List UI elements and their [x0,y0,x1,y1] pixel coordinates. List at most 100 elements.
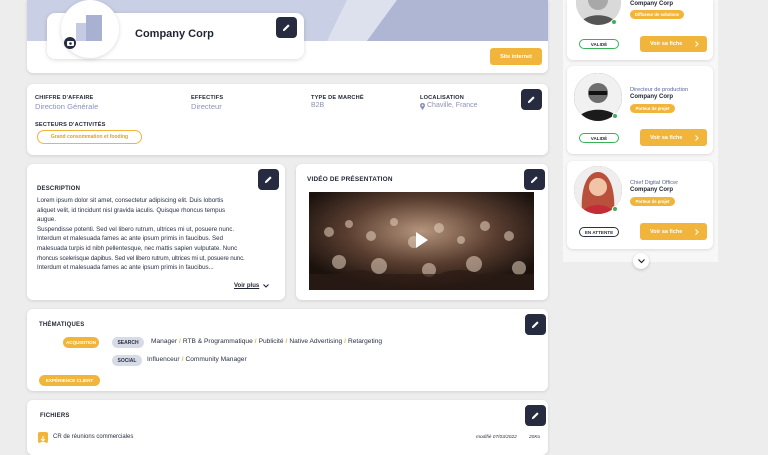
search-tag: SEARCH [112,337,144,348]
company-header-card: Company Corp Site internet [27,0,548,73]
location-label: LOCALISATION [420,95,464,101]
revenue-value: Direction Générale [35,102,99,111]
logo-placeholder-icon [76,15,102,41]
company-info-card: CHIFFRE D'AFFAIRE Direction Générale EFF… [27,84,548,155]
video-title: VIDÉO DE PRÉSENTATION [307,176,393,183]
chevron-right-icon [695,228,699,235]
view-profile-button[interactable]: Voir sa fiche [640,223,707,240]
video-player[interactable] [309,192,534,290]
contact-card: Directeur de production Company Corp Por… [567,66,713,154]
banner-decoration [327,0,548,41]
download-icon [40,436,46,443]
pencil-icon [527,96,535,104]
description-line: Interdum et malesuada fames ac ante ipsu… [37,264,214,272]
contact-role: Directeur de production [630,87,689,93]
camera-icon [66,41,74,46]
view-profile-label: Voir sa fiche [650,41,683,47]
themes-title: THÉMATIQUES [39,322,85,328]
search-item: Manager [151,338,178,345]
contact-role: Chief Digital Officer [630,180,679,186]
pencil-icon [264,176,272,184]
sectors-label: SECTEURS D'ACTIVITÉS [35,122,106,128]
company-logo [61,0,119,58]
search-items: Manager / RTB & Programmatique / Publicité / N… [151,338,383,345]
contact-status: VALIDÉ [579,39,619,49]
sector-tag: Grand consommation et fooding [37,130,142,144]
edit-info-button[interactable] [521,89,542,110]
online-status-dot [611,19,617,25]
social-item: Influenceur [147,356,180,363]
chevron-down-icon [263,284,270,288]
market-type-value: B2B [311,102,325,109]
contact-status: EN ATTENTE [579,227,619,237]
contact-company: Company Corp [630,1,674,7]
edit-video-button[interactable] [524,169,545,190]
staff-label: EFFECTIFS [191,95,224,101]
logo-camera-button[interactable] [64,37,76,49]
pencil-icon [282,24,290,32]
files-title: FICHIERS [40,413,70,419]
location-value: Chaville, France [427,102,478,109]
contact-card: Company Corp Diffuseur de solutions VALI… [567,0,713,60]
company-name: Company Corp [135,28,214,40]
search-item: Native Advertising [289,338,343,345]
contact-badge: Diffuseur de solutions [630,10,684,19]
contact-company: Company Corp [630,94,674,100]
video-card: VIDÉO DE PRÉSENTATION [296,164,548,300]
search-item: Publicité [258,338,284,345]
location-pin-icon [420,103,425,110]
edit-company-button[interactable] [276,17,297,38]
see-more-label: Voir plus [234,283,260,289]
file-name: CR de réunions commerciales [53,434,134,440]
pencil-icon [530,176,538,184]
description-line: Lorem ipsum dolor sit amet, consectetur … [37,197,224,204]
edit-description-button[interactable] [258,169,279,190]
experience-tag: EXPÉRIENCE CLIENT [39,375,100,386]
pencil-icon [531,321,539,329]
load-more-button[interactable] [633,253,649,269]
description-line: augue. [37,216,56,224]
contact-company: Company Corp [630,187,674,193]
revenue-label: CHIFFRE D'AFFAIRE [35,95,94,101]
description-title: DESCRIPTION [37,186,81,192]
description-card: DESCRIPTION Lorem ipsum dolor sit amet, … [27,164,285,300]
website-button[interactable]: Site internet [490,48,542,65]
file-size: 20Ko [529,435,541,440]
market-type-label: TYPE DE MARCHÉ [311,95,364,101]
contact-card: Chief Digital Officer Company Corp Porte… [567,161,713,249]
view-profile-button[interactable]: Voir sa fiche [640,129,707,146]
search-item: Retargeting [348,338,383,345]
view-profile-label: Voir sa fiche [650,134,683,141]
online-status-dot [612,206,618,212]
file-row[interactable]: CR de réunions commerciales modifié 07/0… [38,432,543,444]
view-profile-button[interactable]: Voir sa fiche [640,36,707,52]
social-items: Influenceur / Community Manager [147,356,247,363]
description-line: Interdum et malesuada fames ac ante ipsu… [37,235,224,243]
chevron-right-icon [695,134,699,141]
themes-card: THÉMATIQUES ACQUISITION SEARCH Manager / R… [27,309,548,391]
description-line: aliquet velit, id tincidunt nisl gravida… [37,206,226,214]
description-line: Suspendisse potenti. Sed vel libero rutr… [37,225,235,233]
description-line: rhoncus scelerisque dapibus. Sed vel lib… [37,254,245,262]
chevron-down-icon [637,258,645,263]
view-profile-label: Voir sa fiche [650,228,683,235]
contact-status: VALIDÉ [579,133,619,143]
contact-badge: Porteur de projet [630,104,675,113]
contact-badge: Porteur de projet [630,197,675,206]
file-icon [38,432,48,443]
staff-value: Directeur [191,102,222,111]
social-item: Community Manager [185,356,247,363]
description-line: malesuada turpis id nibh pellentesque, n… [37,244,238,252]
search-item: RTB & Programmatique [182,338,253,345]
edit-files-button[interactable] [525,405,546,426]
pencil-icon [531,412,539,420]
edit-themes-button[interactable] [525,314,546,335]
online-status-dot [612,113,618,119]
see-more-link[interactable]: Voir plus [234,283,270,289]
chevron-right-icon [695,41,699,47]
social-tag: SOCIAL [112,355,142,366]
file-modified: modifié 07/03/2022 [476,435,517,440]
description-text: Lorem ipsum dolor sit amet, consectetur … [37,196,277,273]
acquisition-tag: ACQUISITION [63,337,99,348]
play-icon[interactable] [416,232,428,248]
